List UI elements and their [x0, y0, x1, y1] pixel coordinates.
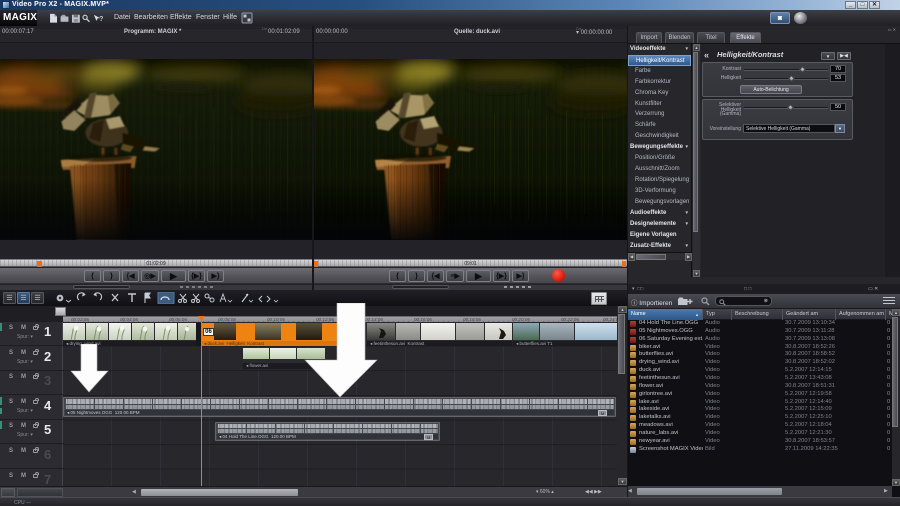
svg-text:?: ? [99, 16, 103, 23]
